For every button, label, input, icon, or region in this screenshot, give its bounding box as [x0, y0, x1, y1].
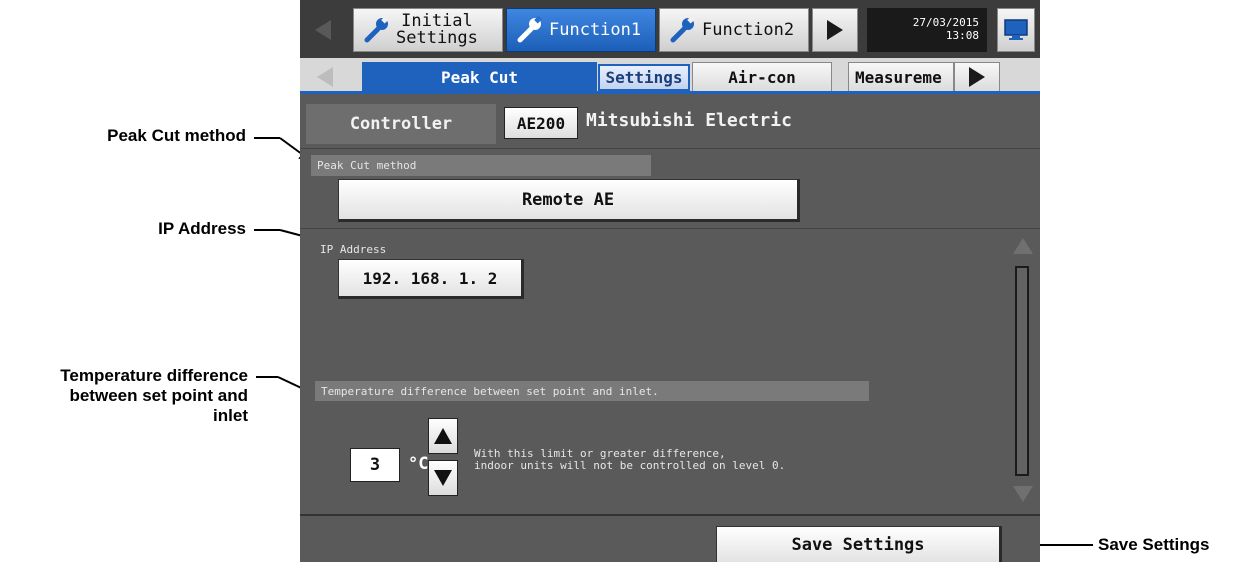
- arrow-left-icon: [315, 20, 331, 40]
- callout-line: between set point and: [69, 386, 248, 405]
- tab-label: Function1: [549, 19, 642, 40]
- temperature-difference-label: Temperature difference between set point…: [315, 381, 869, 401]
- callout-save-settings: Save Settings: [1098, 535, 1210, 554]
- next-subtab-button[interactable]: [954, 62, 1000, 91]
- callout-temperature-difference: Temperature difference between set point…: [10, 366, 248, 426]
- callout-line: inlet: [213, 406, 248, 425]
- increase-button[interactable]: [428, 418, 458, 454]
- monitor-button[interactable]: [997, 8, 1035, 52]
- tab-function1[interactable]: Function1: [506, 8, 656, 52]
- arrow-right-icon: [827, 20, 843, 40]
- controller-model-button[interactable]: AE200: [504, 107, 578, 139]
- tab-measurement[interactable]: Measureme: [848, 62, 954, 91]
- temperature-difference-value[interactable]: 3: [350, 448, 400, 482]
- peak-cut-method-button[interactable]: Remote AE: [338, 179, 800, 222]
- tab-function2[interactable]: Function2: [659, 8, 809, 52]
- controller-row: Controller AE200 Mitsubishi Electric: [300, 97, 1040, 149]
- sub-tab-bar: Peak Cut Settings Air-con Measureme: [300, 58, 1040, 94]
- temperature-hint: With this limit or greater difference, i…: [474, 448, 785, 472]
- tab-label: Initial Settings: [396, 13, 478, 47]
- arrow-down-icon: [1013, 486, 1033, 502]
- callout-ip-address: IP Address: [158, 219, 246, 238]
- tab-air-con[interactable]: Air-con: [692, 62, 832, 91]
- controller-label: Controller: [306, 104, 496, 144]
- arrow-down-icon: [434, 470, 452, 486]
- monitor-icon: [1004, 19, 1028, 40]
- prev-tab-button[interactable]: [308, 18, 338, 42]
- wrench-icon: [517, 15, 542, 43]
- callout-peak-cut-method: Peak Cut method: [107, 126, 246, 145]
- decrease-button[interactable]: [428, 460, 458, 496]
- tab-settings[interactable]: Settings: [598, 64, 690, 91]
- time-text: 13:08: [945, 29, 979, 42]
- tab-initial-settings[interactable]: Initial Settings: [353, 8, 503, 52]
- date-text: 27/03/2015: [912, 16, 979, 29]
- controller-name: Mitsubishi Electric: [586, 110, 792, 131]
- date-time-display: 27/03/2015 13:08: [867, 8, 987, 52]
- tab-label-line: Settings: [396, 28, 478, 48]
- ip-address-button[interactable]: 192. 168. 1. 2: [338, 259, 524, 299]
- scrollbar-track[interactable]: [1015, 266, 1029, 476]
- callout-line: Temperature difference: [60, 366, 248, 385]
- arrow-right-icon: [969, 67, 985, 87]
- scroll-up-button[interactable]: [1009, 230, 1037, 262]
- tab-peak-cut[interactable]: Peak Cut: [362, 62, 597, 91]
- arrow-up-icon: [1013, 238, 1033, 254]
- save-settings-button[interactable]: Save Settings: [716, 526, 1002, 562]
- next-tab-button[interactable]: [812, 8, 858, 52]
- tab-label: Function2: [702, 19, 795, 40]
- wrench-icon: [364, 15, 389, 43]
- top-bar: Initial Settings Function1 Function2 27/…: [300, 0, 1040, 58]
- ip-address-label: IP Address: [320, 243, 387, 256]
- controller-screen: Initial Settings Function1 Function2 27/…: [300, 0, 1040, 562]
- arrow-up-icon: [434, 428, 452, 444]
- scroll-down-button[interactable]: [1009, 478, 1037, 510]
- arrow-left-icon: [317, 67, 333, 87]
- wrench-icon: [670, 15, 695, 43]
- temperature-unit: °C: [408, 454, 429, 474]
- prev-subtab-button[interactable]: [310, 66, 340, 88]
- hint-line: indoor units will not be controlled on l…: [474, 459, 786, 472]
- peak-cut-method-label: Peak Cut method: [311, 155, 651, 176]
